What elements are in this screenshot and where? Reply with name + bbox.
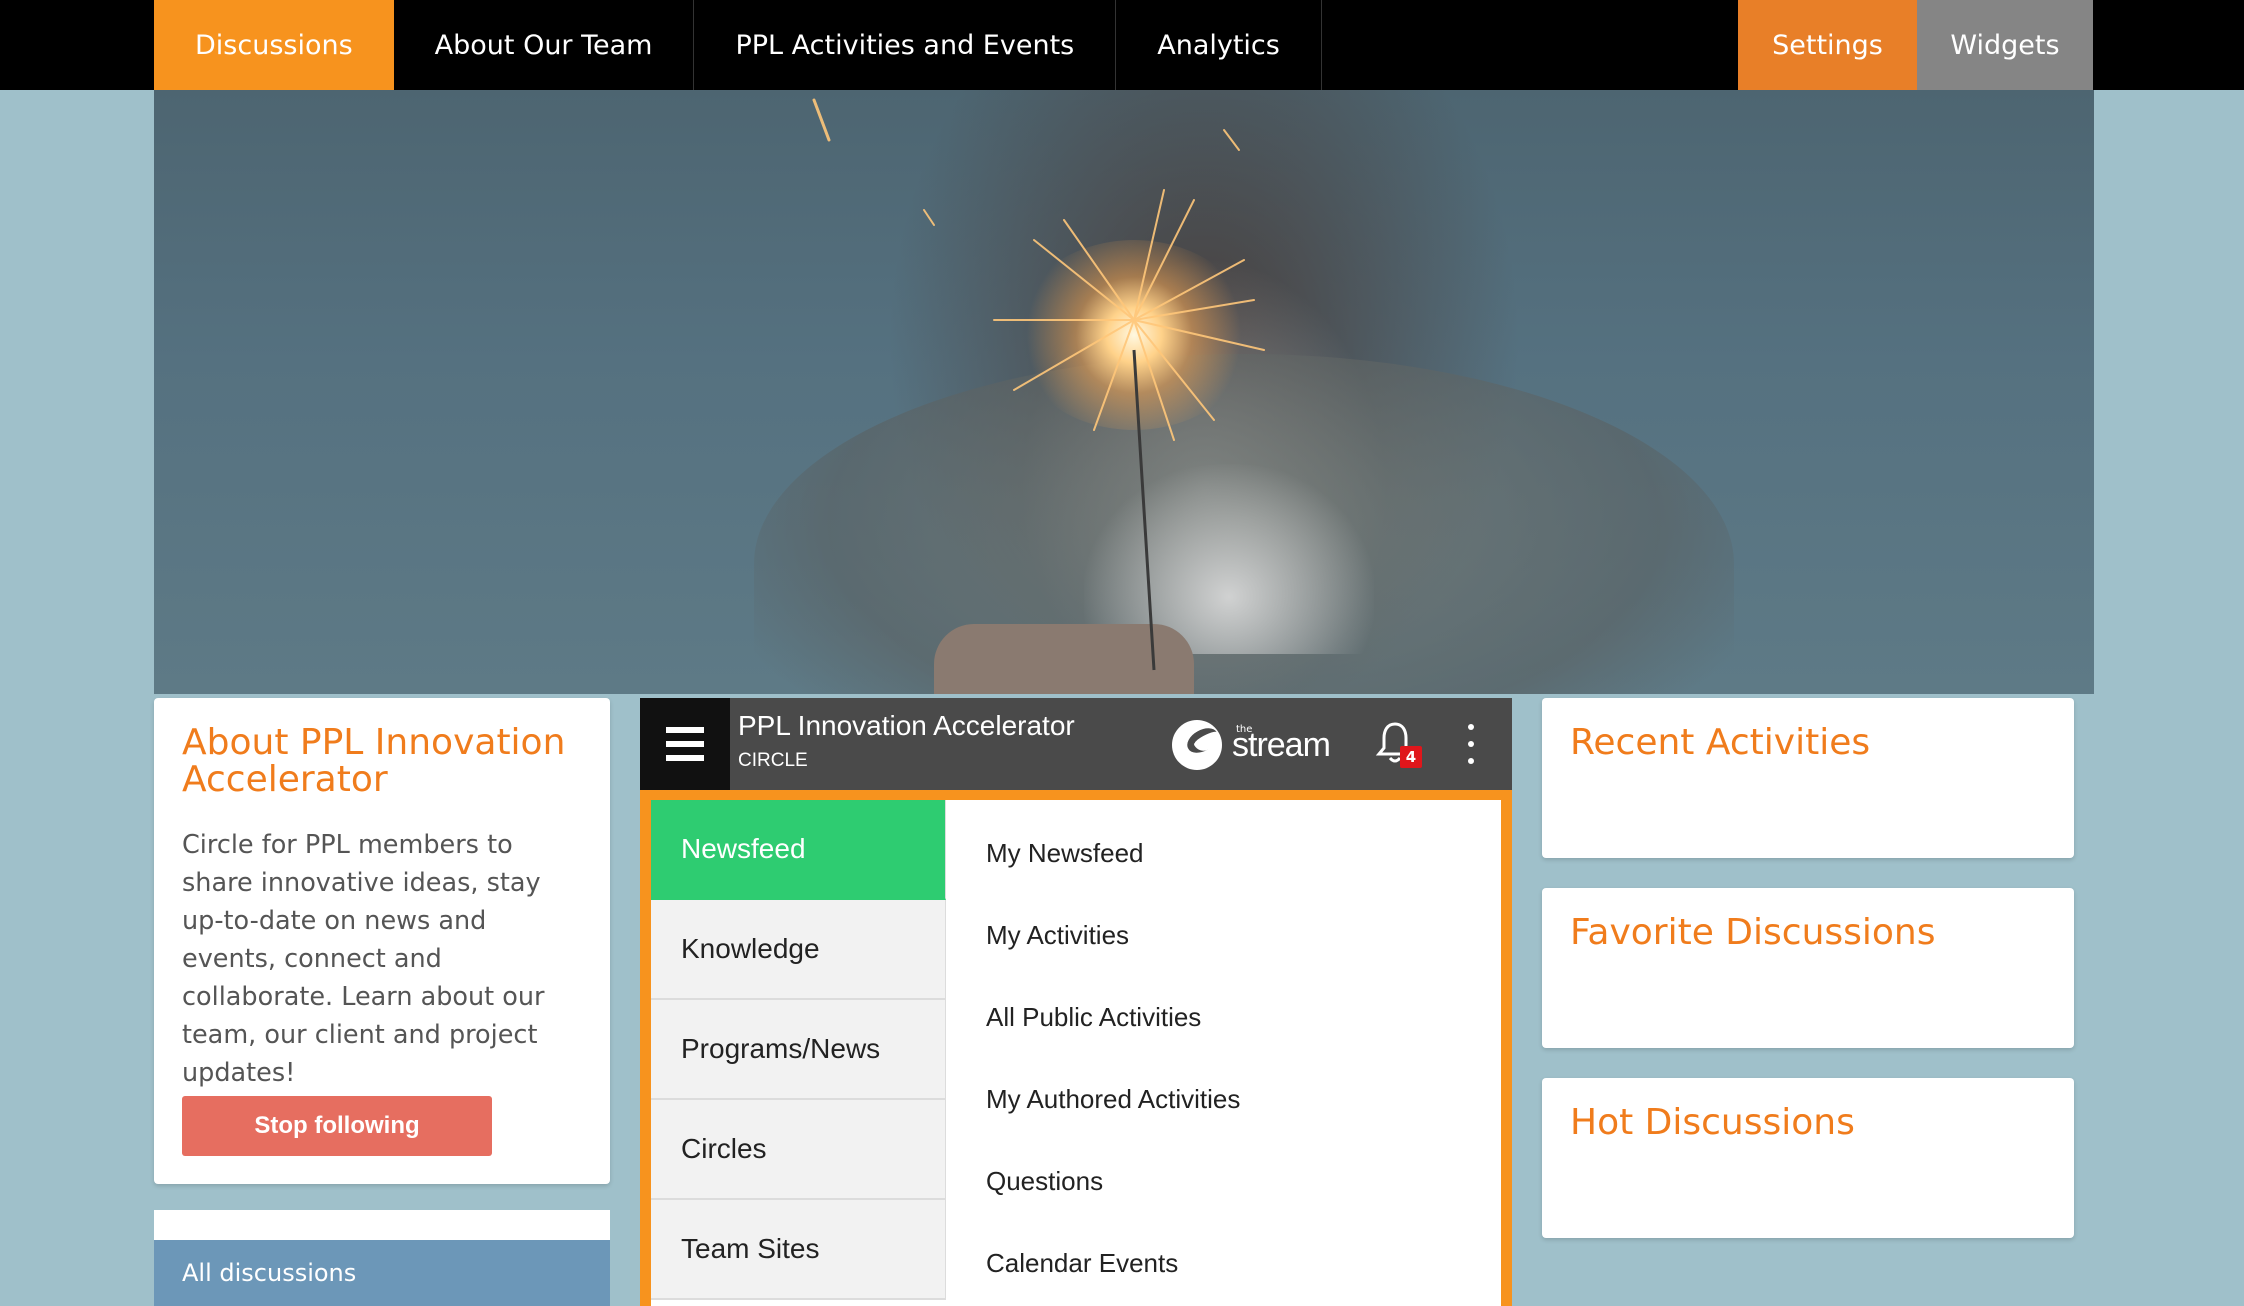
- sparkler-illustration: [812, 98, 1265, 671]
- submenu-my-authored-activities[interactable]: My Authored Activities: [986, 1058, 1240, 1140]
- menu-item-team-sites[interactable]: Team Sites: [651, 1200, 946, 1300]
- more-options-icon[interactable]: [1466, 724, 1476, 764]
- newsfeed-submenu: My Newsfeed My Activities All Public Act…: [986, 800, 1240, 1304]
- recent-activities-title[interactable]: Recent Activities: [1570, 722, 2046, 763]
- submenu-my-newsfeed[interactable]: My Newsfeed: [986, 812, 1240, 894]
- hero-banner-image: [154, 90, 2094, 694]
- stream-body: Newsfeed Knowledge Programs/News Circles…: [651, 800, 1501, 1306]
- menu-item-circles[interactable]: Circles: [651, 1100, 946, 1200]
- nav-tab-analytics[interactable]: Analytics: [1116, 0, 1322, 90]
- hot-discussions-card: Hot Discussions: [1542, 1078, 2074, 1238]
- submenu-questions[interactable]: Questions: [986, 1140, 1240, 1222]
- stream-logo: the stream: [1172, 720, 1331, 770]
- widgets-button[interactable]: Widgets: [1917, 0, 2093, 90]
- stream-swirl-icon: [1172, 720, 1222, 770]
- main-nav: Discussions About Our Team PPL Activitie…: [154, 0, 1322, 90]
- menu-item-newsfeed[interactable]: Newsfeed: [651, 800, 946, 900]
- favorite-discussions-card: Favorite Discussions: [1542, 888, 2074, 1048]
- hot-discussions-title[interactable]: Hot Discussions: [1570, 1102, 2046, 1143]
- submenu-my-activities[interactable]: My Activities: [986, 894, 1240, 976]
- stream-side-menu: Newsfeed Knowledge Programs/News Circles…: [651, 800, 946, 1300]
- stream-logo-the: the: [1236, 724, 1253, 735]
- nav-tab-about-our-team[interactable]: About Our Team: [394, 0, 695, 90]
- about-circle-card: About PPL Innovation Accelerator Circle …: [154, 698, 610, 1184]
- notification-count-badge: 4: [1400, 746, 1422, 768]
- circle-type-label: CIRCLE: [738, 750, 808, 771]
- recent-activities-card: Recent Activities: [1542, 698, 2074, 858]
- menu-item-knowledge[interactable]: Knowledge: [651, 900, 946, 1000]
- all-discussions-link[interactable]: All discussions: [154, 1240, 610, 1306]
- settings-button[interactable]: Settings: [1738, 0, 1917, 90]
- submenu-calendar-events[interactable]: Calendar Events: [986, 1222, 1240, 1304]
- nav-tab-discussions[interactable]: Discussions: [154, 0, 394, 90]
- favorite-discussions-title[interactable]: Favorite Discussions: [1570, 912, 2046, 953]
- circle-name: PPL Innovation Accelerator: [738, 710, 1075, 741]
- hamburger-menu-icon[interactable]: [640, 698, 730, 790]
- top-navigation-bar: Discussions About Our Team PPL Activitie…: [0, 0, 2244, 90]
- about-title: About PPL Innovation Accelerator: [182, 722, 566, 800]
- submenu-all-public-activities[interactable]: All Public Activities: [986, 976, 1240, 1058]
- stream-widget: PPL Innovation Accelerator CIRCLE the st…: [640, 698, 1512, 1306]
- nav-right-group: Settings Widgets: [1738, 0, 2093, 90]
- menu-item-programs-news[interactable]: Programs/News: [651, 1000, 946, 1100]
- stop-following-button[interactable]: Stop following: [182, 1096, 492, 1156]
- stream-header: PPL Innovation Accelerator CIRCLE the st…: [640, 698, 1512, 790]
- nav-tab-ppl-activities-events[interactable]: PPL Activities and Events: [694, 0, 1117, 90]
- discussions-filter-card: All discussions: [154, 1210, 610, 1306]
- about-description: Circle for PPL members to share innovati…: [182, 830, 545, 1088]
